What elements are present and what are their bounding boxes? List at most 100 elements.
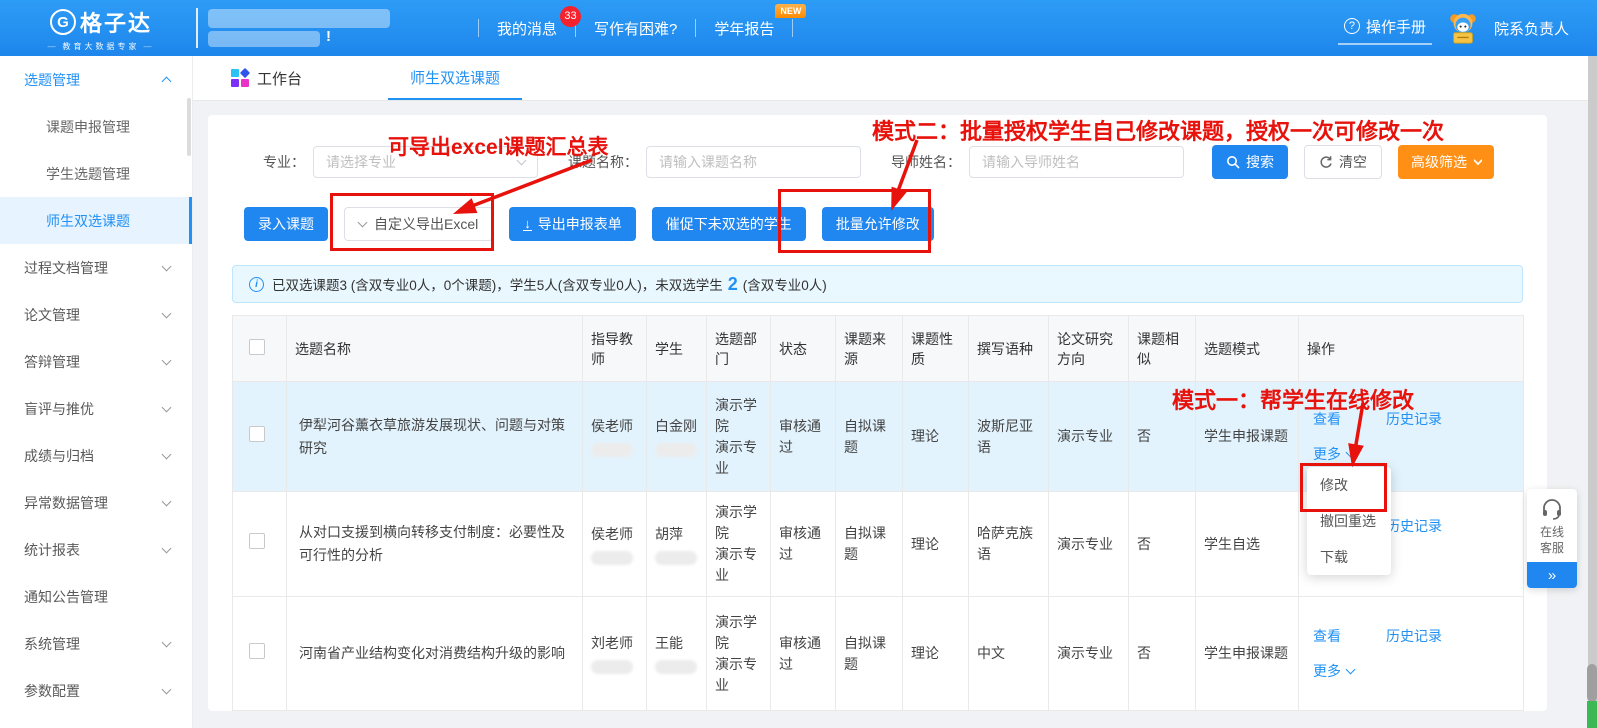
clear-button[interactable]: 清空 [1304, 145, 1382, 179]
tab-workbench[interactable]: 工作台 [231, 56, 302, 100]
app-logo: G 格子达 教育大数据专家 [16, 6, 186, 52]
chevron-down-icon [162, 449, 172, 459]
add-topic-button[interactable]: 录入课题 [244, 207, 328, 241]
sidebar-item-grades-archive[interactable]: 成绩与归档 [0, 432, 192, 479]
sidebar-item-statistics[interactable]: 统计报表 [0, 526, 192, 573]
history-link[interactable]: 历史记录 [1386, 626, 1442, 647]
language-cell: 哈萨克族语 [969, 492, 1049, 597]
tab-mutual-selection[interactable]: 师生双选课题 [388, 56, 522, 100]
user-role[interactable]: 院系负责人 [1494, 18, 1569, 39]
download-icon: ↓ [523, 218, 532, 231]
menu-item-download[interactable]: 下载 [1307, 539, 1391, 575]
col-department: 选题部门 [707, 316, 771, 382]
status-cell: 审核通过 [771, 597, 836, 711]
row-checkbox[interactable] [249, 533, 265, 549]
chevron-down-icon [162, 637, 172, 647]
customer-service-widget[interactable]: 在线客服 » [1527, 489, 1577, 588]
sidebar-item-student-topic[interactable]: 学生选题管理 [0, 150, 192, 197]
col-operations: 操作 [1299, 316, 1524, 382]
more-link[interactable]: 更多 [1313, 444, 1341, 465]
chevron-down-icon [1346, 665, 1356, 675]
sidebar: 选题管理 课题申报管理 学生选题管理 师生双选课题 过程文档管理 论文管理 答辩… [0, 56, 193, 728]
sidebar-item-topic-management[interactable]: 选题管理 [0, 56, 192, 103]
messages-link[interactable]: 我的消息 33 [479, 18, 575, 39]
chevron-down-icon [162, 684, 172, 694]
nature-cell: 理论 [903, 597, 969, 711]
tutor-name-label: 导师姓名： [891, 152, 961, 172]
question-icon: ? [1344, 18, 1360, 34]
more-link[interactable]: 更多 [1313, 661, 1341, 682]
sidebar-item-system[interactable]: 系统管理 [0, 620, 192, 667]
annual-report-link[interactable]: 学年报告 NEW [696, 18, 792, 39]
header-nav: 我的消息 33 写作有困难? 学年报告 NEW [478, 0, 793, 56]
writing-help-link[interactable]: 写作有困难? [576, 18, 695, 39]
page-scrollbar-track[interactable] [1588, 56, 1597, 728]
redacted-name [591, 443, 633, 457]
mascot-avatar[interactable] [1446, 11, 1480, 45]
chevron-up-icon [162, 76, 172, 86]
double-arrow-right-icon: » [1548, 567, 1556, 584]
col-source: 课题来源 [836, 316, 903, 382]
sidebar-item-defense[interactable]: 答辩管理 [0, 338, 192, 385]
source-cell: 自拟课题 [836, 597, 903, 711]
chevron-down-icon [1346, 448, 1356, 458]
view-link[interactable]: 查看 [1313, 626, 1341, 647]
topic-name-input[interactable] [646, 146, 861, 178]
row-checkbox[interactable] [249, 426, 265, 442]
chevron-down-icon [162, 402, 172, 412]
manual-link[interactable]: ? 操作手册 [1338, 12, 1432, 45]
teacher-cell: 侯老师 [583, 492, 647, 597]
double-chevron-down-icon [1475, 161, 1481, 163]
workbench-grid-icon [231, 69, 249, 87]
page-scrollbar-green-segment[interactable] [1587, 701, 1597, 728]
sidebar-item-blind-review[interactable]: 盲评与推优 [0, 385, 192, 432]
direction-cell: 演示专业 [1049, 492, 1129, 597]
chevron-down-icon [162, 543, 172, 553]
summary-text-before: 已双选课题3 (含双专业0人，0个课题)，学生5人(含双专业0人)，未双选学生 [272, 274, 723, 294]
col-selection-mode: 选题模式 [1196, 316, 1299, 382]
export-declaration-form-button[interactable]: ↓ 导出申报表单 [509, 207, 636, 241]
topic-title: 伊犁河谷薰衣草旅游发展现状、问题与对策研究 [287, 382, 583, 492]
service-expand-button[interactable]: » [1527, 562, 1577, 588]
col-research-direction: 论文研究方向 [1049, 316, 1129, 382]
redacted-name [655, 551, 697, 565]
nav-separator [792, 19, 793, 37]
select-all-checkbox[interactable] [249, 339, 265, 355]
refresh-icon [1319, 155, 1333, 169]
col-nature: 课题性质 [903, 316, 969, 382]
col-teacher: 指导教师 [583, 316, 647, 382]
page-scrollbar-thumb[interactable] [1587, 664, 1597, 702]
language-cell: 波斯尼亚语 [969, 382, 1049, 492]
direction-cell: 演示专业 [1049, 382, 1129, 492]
col-status: 状态 [771, 316, 836, 382]
sidebar-item-abnormal-data[interactable]: 异常数据管理 [0, 479, 192, 526]
table-row: 河南省产业结构变化对消费结构升级的影响 刘老师 王能 演示学院演示专业 审核通过… [233, 597, 1524, 711]
sidebar-item-parameters[interactable]: 参数配置 [0, 667, 192, 714]
redacted-school-name [208, 9, 390, 28]
logo-title: 格子达 [80, 6, 152, 38]
tab-bar: 工作台 师生双选课题 [193, 56, 1597, 101]
col-student: 学生 [647, 316, 707, 382]
sidebar-item-mutual-selection[interactable]: 师生双选课题 [0, 197, 192, 244]
tutor-name-input[interactable] [969, 146, 1184, 178]
department-cell: 演示学院演示专业 [707, 382, 771, 492]
chevron-down-icon [162, 496, 172, 506]
redacted-subtitle [208, 31, 320, 47]
sidebar-item-announcements[interactable]: 通知公告管理 [0, 573, 192, 620]
row-checkbox[interactable] [249, 643, 265, 659]
operations-cell: 查看 历史记录 更多 [1299, 597, 1524, 711]
redacted-name [591, 551, 633, 565]
advanced-filter-button[interactable]: 高级筛选 [1398, 145, 1494, 179]
sidebar-item-topic-declaration[interactable]: 课题申报管理 [0, 103, 192, 150]
mode-cell: 学生自选 [1196, 492, 1299, 597]
sidebar-item-thesis[interactable]: 论文管理 [0, 291, 192, 338]
headset-icon [1540, 497, 1564, 521]
sidebar-item-process-docs[interactable]: 过程文档管理 [0, 244, 192, 291]
annotation-mode2-note: 模式二：批量授权学生自己修改课题，授权一次可修改一次 [872, 114, 1444, 146]
history-link[interactable]: 历史记录 [1386, 516, 1442, 537]
header-divider [196, 8, 198, 48]
app-header: G 格子达 教育大数据专家 ! 我的消息 33 写作有困难? 学年报告 NEW … [0, 0, 1597, 56]
sidebar-scrollbar[interactable] [187, 98, 191, 156]
unselected-count: 2 [728, 274, 738, 295]
search-button[interactable]: 搜索 [1212, 145, 1288, 179]
